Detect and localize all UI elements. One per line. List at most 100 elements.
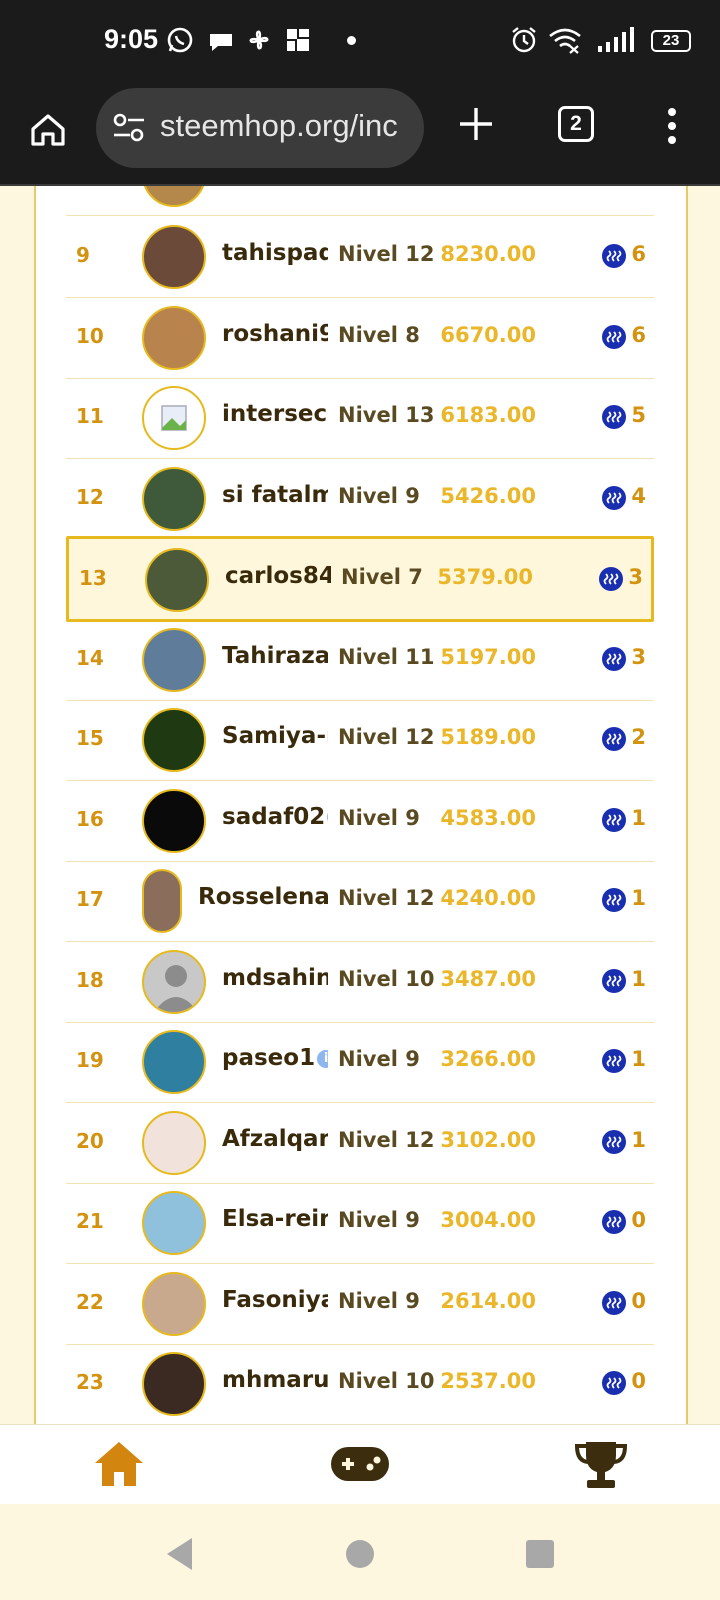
steem-logo-icon bbox=[602, 405, 626, 429]
level-label: Nivel 9 bbox=[338, 805, 420, 830]
reward-count: 6 bbox=[631, 322, 646, 347]
tab-switcher-button[interactable]: 2 bbox=[558, 106, 594, 142]
table-row[interactable]: 22 Fasoniya Nivel 9 2614.00 0 bbox=[66, 1263, 654, 1345]
browser-toolbar: steemhop.org/inc 2 bbox=[0, 84, 720, 186]
table-row[interactable]: 18 mdsahin1 Nivel 103487.00 1 bbox=[66, 941, 654, 1023]
table-row-current-user[interactable]: 13 carlos84i Nivel 7 5379.00 3 bbox=[66, 536, 654, 622]
rank-number: 22 bbox=[76, 1289, 104, 1314]
avatar[interactable] bbox=[142, 1271, 206, 1336]
avatar[interactable] bbox=[142, 225, 206, 289]
level-label: Nivel 10 bbox=[338, 966, 435, 991]
table-row[interactable]: 10 roshani96 Nivel 8 6670.00 6 bbox=[66, 297, 654, 379]
username[interactable]: paseo1 i bbox=[222, 1045, 328, 1071]
username[interactable]: Samiya-rl bbox=[222, 723, 328, 749]
battery-indicator: 23 bbox=[651, 30, 691, 52]
reward-count: 1 bbox=[631, 1127, 646, 1152]
table-row[interactable]: 17 Rosselenai Nivel 124240.00 1 bbox=[66, 860, 654, 942]
whatsapp-icon bbox=[167, 27, 193, 53]
username[interactable]: mhmaruf bbox=[222, 1367, 328, 1393]
avatar[interactable] bbox=[142, 708, 206, 772]
table-row[interactable]: 14 Tahirazam Nivel 115197.00 3 bbox=[66, 619, 654, 701]
avatar bbox=[142, 186, 206, 207]
table-row-partial bbox=[66, 186, 654, 216]
home-icon[interactable] bbox=[92, 1439, 146, 1489]
gamepad-icon[interactable] bbox=[330, 1445, 390, 1483]
steem-logo-icon bbox=[602, 968, 626, 993]
browser-home-icon[interactable] bbox=[28, 110, 68, 150]
username[interactable]: Rosselenai bbox=[198, 884, 328, 910]
overflow-menu-icon[interactable] bbox=[660, 106, 684, 146]
steem-logo-icon bbox=[602, 244, 626, 268]
table-row[interactable]: 21 Elsa-reina Nivel 9 3004.00 0 bbox=[66, 1182, 654, 1264]
back-icon[interactable] bbox=[164, 1536, 194, 1572]
avatar[interactable] bbox=[142, 1110, 206, 1175]
new-tab-icon[interactable] bbox=[456, 104, 496, 144]
steem-logo-icon bbox=[602, 888, 626, 912]
site-settings-icon[interactable] bbox=[112, 112, 146, 144]
username[interactable]: roshani96 bbox=[222, 321, 328, 347]
level-label: Nivel 9 bbox=[338, 1208, 420, 1232]
username[interactable]: si fatalme bbox=[222, 482, 328, 508]
score-value: 4583.00 bbox=[440, 805, 536, 830]
steem-logo-icon bbox=[602, 646, 626, 671]
username[interactable]: sadaf02i bbox=[222, 804, 328, 830]
username[interactable]: tahispadr bbox=[222, 240, 328, 266]
score-value: 5197.00 bbox=[440, 644, 536, 669]
table-row[interactable]: 11 intersecci Nivel 136183.00 5 bbox=[66, 377, 654, 459]
pinwheel-icon bbox=[249, 30, 269, 50]
username[interactable]: Fasoniya bbox=[222, 1287, 328, 1313]
address-bar[interactable]: steemhop.org/inc bbox=[96, 88, 424, 168]
avatar[interactable] bbox=[142, 627, 206, 692]
steem-logo-icon bbox=[602, 1049, 626, 1073]
username[interactable]: intersecci bbox=[222, 401, 328, 427]
trophy-icon[interactable] bbox=[574, 1439, 628, 1491]
table-row[interactable]: 23 mhmaruf Nivel 10 2537.00 0 bbox=[66, 1343, 654, 1424]
steem-logo-icon bbox=[602, 1371, 626, 1395]
url-text: steemhop.org/inc bbox=[160, 108, 398, 143]
alarm-icon bbox=[512, 27, 536, 53]
avatar[interactable] bbox=[142, 1352, 206, 1416]
avatar[interactable] bbox=[142, 466, 206, 531]
reward-count: 2 bbox=[631, 725, 646, 749]
table-row[interactable]: 19 paseo1 i Nivel 9 3266.00 1 bbox=[66, 1021, 654, 1103]
signal-icon bbox=[598, 27, 634, 52]
reward-count: 3 bbox=[628, 565, 643, 589]
username-text: roshani96 bbox=[222, 320, 328, 347]
username[interactable]: carlos84i bbox=[225, 563, 331, 589]
table-row[interactable]: 15 Samiya-rl Nivel 125189.00 2 bbox=[66, 699, 654, 781]
avatar[interactable] bbox=[142, 788, 206, 853]
avatar[interactable] bbox=[142, 386, 206, 450]
system-home-button[interactable] bbox=[346, 1540, 374, 1568]
recents-button[interactable] bbox=[526, 1540, 554, 1568]
username[interactable]: Elsa-reina bbox=[222, 1206, 328, 1232]
level-label: Nivel 9 bbox=[338, 483, 420, 508]
avatar[interactable] bbox=[142, 305, 206, 370]
system-navigation-bar bbox=[0, 1504, 720, 1600]
table-row[interactable]: 12 si fatalme Nivel 9 5426.00 4 bbox=[66, 458, 654, 540]
reward-count: 0 bbox=[631, 1288, 646, 1313]
rank-number: 23 bbox=[76, 1370, 104, 1394]
table-row[interactable]: 9 tahispadr Nivel 128230.00 6 bbox=[66, 216, 654, 298]
table-row[interactable]: 16 sadaf02i Nivel 9 4583.00 1 bbox=[66, 780, 654, 862]
avatar[interactable] bbox=[142, 1191, 206, 1255]
steem-logo-icon bbox=[602, 1210, 626, 1234]
level-label: Nivel 12 bbox=[338, 725, 435, 749]
info-icon[interactable]: i bbox=[317, 1049, 328, 1068]
avatar[interactable] bbox=[142, 869, 182, 933]
username[interactable]: Tahirazam bbox=[222, 643, 328, 669]
username-text: mdsahin1 bbox=[222, 964, 328, 991]
score-value: 2537.00 bbox=[440, 1369, 536, 1393]
avatar[interactable] bbox=[142, 949, 206, 1014]
table-row[interactable]: 20 Afzalqam Nivel 123102.00 1 bbox=[66, 1102, 654, 1184]
info-icon[interactable]: i bbox=[327, 808, 328, 826]
level-label: Nivel 12 bbox=[338, 242, 435, 266]
level-label: Nivel 9 bbox=[338, 1047, 420, 1071]
avatar[interactable] bbox=[142, 1030, 206, 1094]
username[interactable]: mdsahin1 bbox=[222, 965, 328, 991]
score-value: 8230.00 bbox=[440, 242, 536, 266]
rank-number: 18 bbox=[76, 967, 104, 992]
avatar[interactable] bbox=[145, 548, 209, 612]
username[interactable]: Afzalqam bbox=[222, 1126, 328, 1152]
rank-number: 12 bbox=[76, 484, 104, 509]
leaderboard-page: 9tahispadrNivel 128230.00610roshani96Niv… bbox=[0, 186, 720, 1424]
